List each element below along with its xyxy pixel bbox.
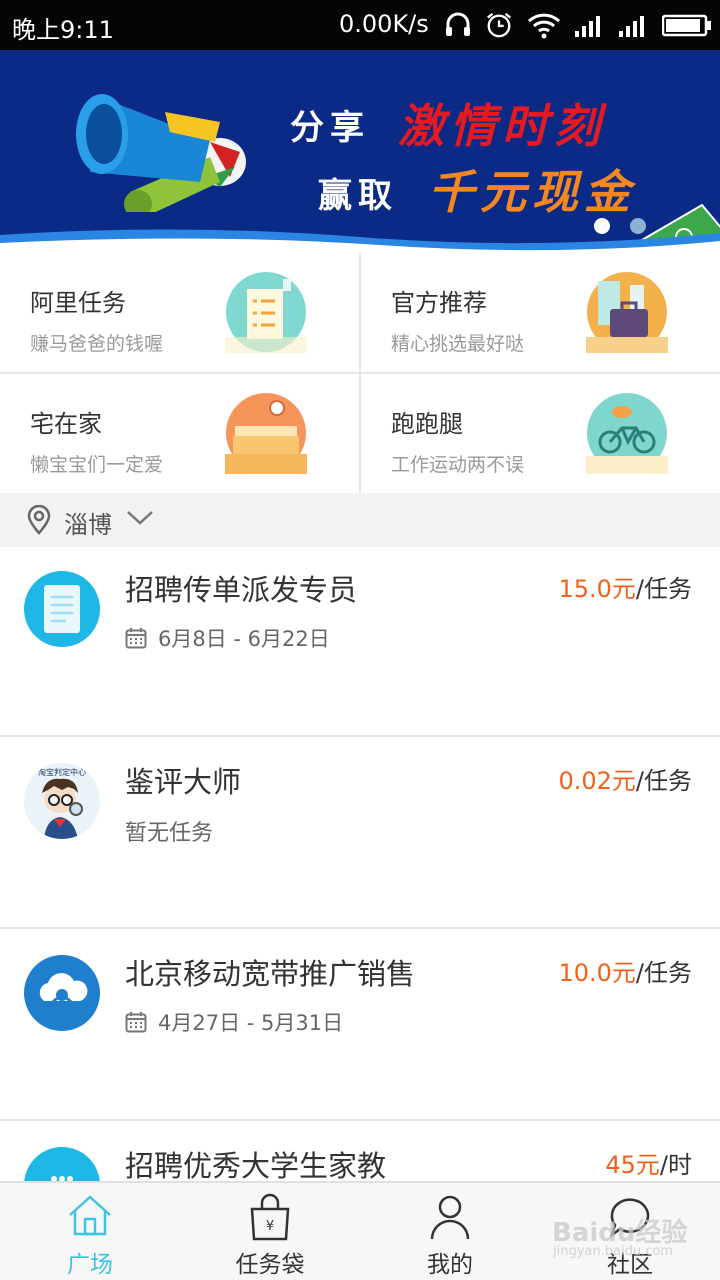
category-title: 跑跑腿 bbox=[391, 410, 463, 438]
task-price: 45元/时 bbox=[605, 1145, 692, 1180]
signal-icon bbox=[575, 16, 600, 37]
task-dates: 4月27日 - 5月31日 bbox=[158, 1011, 344, 1035]
person-icon bbox=[430, 1195, 470, 1240]
task-price-unit: /任务 bbox=[635, 575, 692, 603]
task-list-icon bbox=[225, 272, 307, 353]
cloud-icon bbox=[24, 955, 100, 1031]
category-subtitle: 懒宝宝们一定爱 bbox=[30, 454, 164, 476]
banner-wave bbox=[0, 229, 720, 253]
status-bar: 晚上9:11 0.00K/s bbox=[0, 0, 720, 50]
avatar-brand-text: 淘宝判定中心 bbox=[38, 767, 86, 777]
banner-line1-highlight: 激情时刻 bbox=[398, 99, 606, 153]
task-price-amount: 45元 bbox=[605, 1151, 660, 1179]
task-price-unit: /任务 bbox=[635, 959, 692, 987]
headset-icon bbox=[446, 12, 470, 36]
task-price-unit: /任务 bbox=[635, 767, 692, 795]
category-subtitle: 工作运动两不误 bbox=[391, 454, 525, 476]
task-price: 15.0元/任务 bbox=[558, 569, 692, 604]
banner-page-dot[interactable] bbox=[630, 218, 646, 234]
location-city: 淄博 bbox=[64, 511, 112, 539]
task-name: 鉴评大师 bbox=[125, 765, 242, 799]
banner-line1-prefix: 分享 bbox=[290, 108, 370, 148]
bed-icon bbox=[225, 393, 307, 474]
category-subtitle: 赚马爸爸的钱喔 bbox=[30, 333, 164, 355]
tutor-icon bbox=[24, 1147, 100, 1181]
banner-line2-prefix: 赢取 bbox=[318, 176, 398, 216]
location-bar[interactable]: 淄博 bbox=[0, 493, 720, 547]
task-list-item[interactable]: 淘宝判定中心 鉴评大师 0.02元/任务 暂无任务 bbox=[0, 739, 720, 929]
category-official-recommend[interactable]: 官方推荐 精心挑选最好哒 bbox=[361, 253, 720, 372]
category-title: 阿里任务 bbox=[30, 289, 126, 317]
nav-tab-task-bag[interactable]: ¥ 任务袋 bbox=[180, 1183, 360, 1280]
nav-tab-mine[interactable]: 我的 bbox=[360, 1183, 540, 1280]
chevron-down-icon bbox=[127, 511, 153, 525]
location-pin-icon bbox=[27, 505, 51, 535]
task-dates: 6月8日 - 6月22日 bbox=[158, 627, 330, 651]
nav-label: 广场 bbox=[67, 1252, 113, 1278]
status-time: 晚上9:11 bbox=[12, 16, 114, 44]
task-price-amount: 15.0元 bbox=[558, 575, 636, 603]
category-title: 官方推荐 bbox=[391, 289, 487, 317]
banner-page-dot-active[interactable] bbox=[594, 218, 610, 234]
task-price: 0.02元/任务 bbox=[558, 761, 692, 796]
task-price-amount: 10.0元 bbox=[558, 959, 636, 987]
wifi-icon bbox=[527, 13, 561, 39]
cartoon-avatar-icon: 淘宝判定中心 bbox=[24, 763, 100, 839]
alarm-icon bbox=[487, 12, 511, 38]
category-errands[interactable]: 跑跑腿 工作运动两不误 bbox=[361, 374, 720, 493]
nav-tab-square[interactable]: 广场 bbox=[0, 1183, 180, 1280]
task-list-item[interactable]: 招聘优秀大学生家教 45元/时 bbox=[0, 1123, 720, 1181]
task-list-item[interactable]: 北京移动宽带推广销售 10.0元/任务 4月27日 - 5月31日 bbox=[0, 931, 720, 1121]
calendar-icon bbox=[125, 1012, 147, 1033]
nav-label: 任务袋 bbox=[235, 1252, 305, 1278]
task-name: 招聘传单派发专员 bbox=[125, 573, 358, 607]
category-grid: 阿里任务 赚马爸爸的钱喔 官方推荐 精心挑选最好哒 宅在家 懒宝宝们一定爱 跑跑… bbox=[0, 253, 720, 493]
network-speed: 0.00K/s bbox=[339, 10, 429, 38]
watermark-url: jingyan.baidu.com bbox=[553, 1244, 673, 1259]
document-icon bbox=[24, 571, 100, 647]
category-title: 宅在家 bbox=[30, 410, 102, 438]
banner-line2-highlight: 千元现金 bbox=[428, 165, 636, 219]
briefcase-icon bbox=[586, 272, 668, 353]
task-price-amount: 0.02元 bbox=[558, 767, 636, 795]
task-price-unit: /时 bbox=[659, 1151, 692, 1179]
home-icon bbox=[69, 1195, 111, 1236]
bicycle-icon bbox=[586, 393, 668, 474]
category-subtitle: 精心挑选最好哒 bbox=[391, 333, 525, 355]
megaphone-icon bbox=[76, 94, 246, 212]
calendar-icon bbox=[125, 628, 147, 649]
nav-label: 我的 bbox=[427, 1252, 473, 1278]
category-ali-tasks[interactable]: 阿里任务 赚马爸爸的钱喔 bbox=[0, 253, 359, 372]
category-stay-home[interactable]: 宅在家 懒宝宝们一定爱 bbox=[0, 374, 359, 493]
task-name: 北京移动宽带推广销售 bbox=[125, 957, 416, 991]
task-list-item[interactable]: 招聘传单派发专员 15.0元/任务 6月8日 - 6月22日 bbox=[0, 547, 720, 737]
task-price: 10.0元/任务 bbox=[558, 953, 692, 988]
task-status: 暂无任务 bbox=[125, 821, 214, 846]
promo-banner[interactable]: 分享 激情时刻 赢取 千元现金 bbox=[0, 50, 720, 253]
task-name: 招聘优秀大学生家教 bbox=[125, 1149, 387, 1181]
svg-text:¥: ¥ bbox=[266, 1219, 274, 1234]
bag-icon: ¥ bbox=[250, 1193, 290, 1241]
signal-icon bbox=[619, 16, 644, 37]
battery-icon bbox=[662, 14, 711, 37]
